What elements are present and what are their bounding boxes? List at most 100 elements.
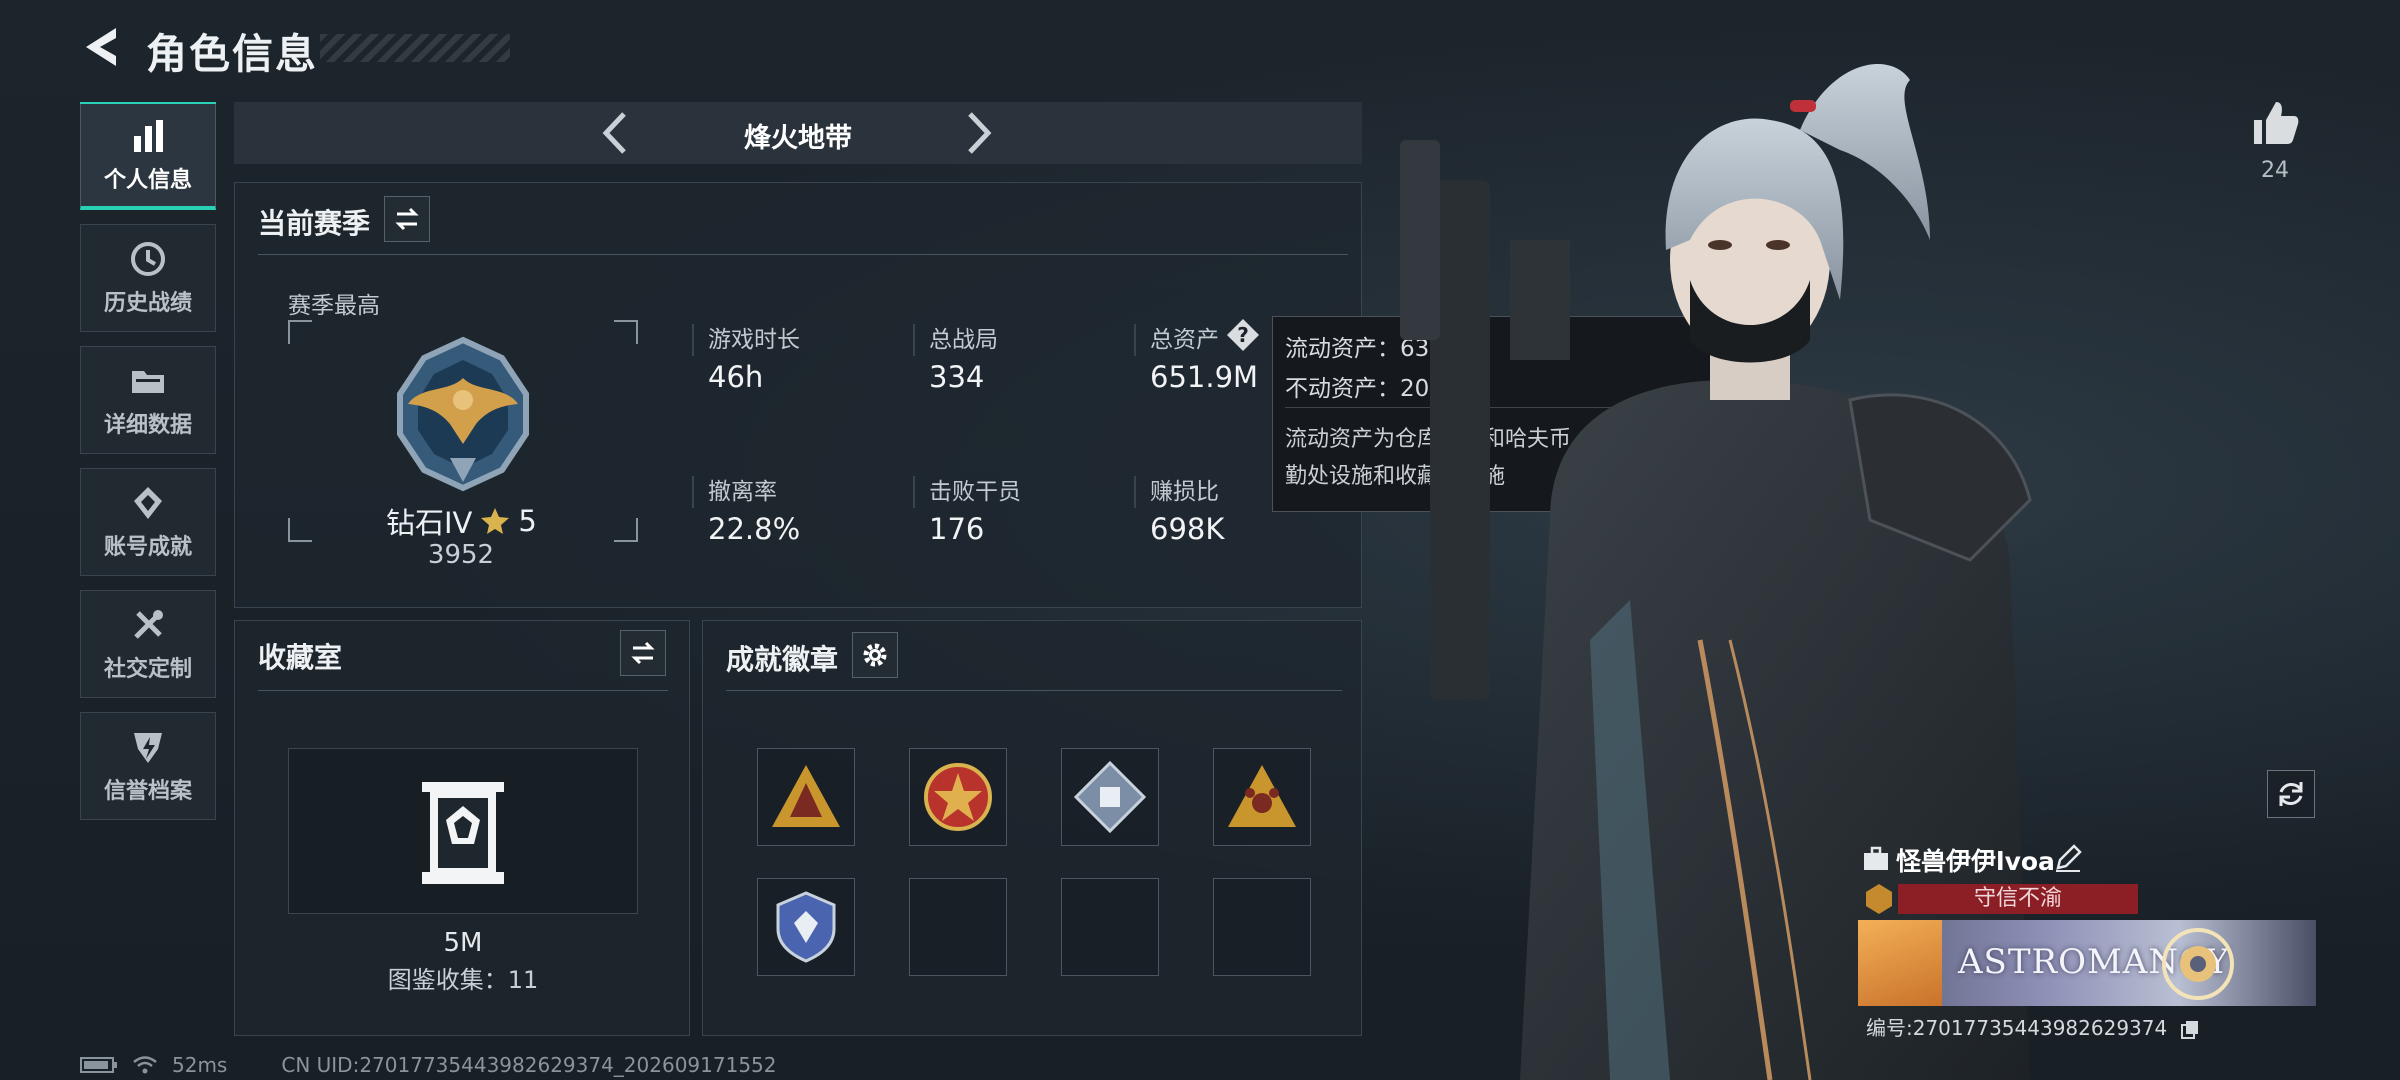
player-id-text: 编号:27017735443982629374	[1866, 1016, 2168, 1040]
rank-name-row: 钻石IV 5	[386, 500, 537, 542]
rank-emblem-icon	[397, 336, 529, 492]
stat-label: 总资产	[1150, 327, 1219, 353]
stat-label: 总战局	[929, 327, 998, 353]
badge-slot[interactable]	[1213, 748, 1311, 846]
section-divider	[258, 254, 1348, 255]
sidebar-item-credit-record[interactable]: 信誉档案	[80, 712, 216, 820]
season-title: 当前赛季	[258, 207, 371, 240]
stat-value: 176	[929, 512, 985, 546]
wifi-icon	[133, 1056, 157, 1074]
player-id: 编号:27017735443982629374	[1866, 1012, 2200, 1041]
help-question-icon[interactable]: ?	[1225, 317, 1261, 353]
chevron-right-icon[interactable]	[954, 110, 1000, 156]
mode-selector: 烽火地带	[234, 102, 1362, 164]
paw-triangle-badge-icon	[1228, 765, 1296, 827]
rotate-character-button[interactable]	[2267, 770, 2315, 818]
badge-slot[interactable]	[1061, 748, 1159, 846]
sidebar-item-label: 个人信息	[103, 167, 192, 193]
back-arrow-icon[interactable]	[78, 22, 128, 72]
stat-divider	[913, 476, 915, 508]
page-title: 角色信息	[146, 30, 318, 78]
swap-arrows-icon	[631, 641, 655, 665]
season-switch-button[interactable]	[384, 196, 430, 242]
stat-label: 击败干员	[929, 479, 1021, 505]
collection-switch-button[interactable]	[620, 630, 666, 676]
badge-slot-empty[interactable]	[909, 878, 1007, 976]
bar-chart-icon	[134, 119, 163, 152]
badge-slot-empty[interactable]	[1061, 878, 1159, 976]
sidebar-item-achievements[interactable]: 账号成就	[80, 468, 216, 576]
player-name: 怪兽伊伊lvoa	[1896, 847, 2055, 876]
badges-title: 成就徽章	[726, 643, 839, 676]
stat-value: 651.9M	[1150, 360, 1259, 394]
section-divider	[726, 690, 1342, 691]
battery-icon	[80, 1057, 117, 1073]
collection-count: 图鉴收集：11	[387, 966, 539, 994]
folder-icon	[132, 371, 164, 393]
achievement-diamond-icon	[134, 487, 162, 519]
rotate-icon	[2279, 782, 2303, 806]
rank-score: 3952	[427, 540, 495, 570]
shield-lightning-icon	[134, 733, 162, 763]
uid-text: CN UID:27017735443982629374_202609171552	[281, 1053, 777, 1077]
thumbs-up-icon	[2254, 102, 2299, 144]
player-card: 怪兽伊伊lvoa 守信不渝 ASTROMANCY 编号:270177354439…	[1858, 842, 2318, 1042]
stat-divider	[913, 324, 915, 356]
gear-icon	[863, 643, 887, 667]
stat-label: 赚损比	[1150, 479, 1219, 505]
swap-arrows-icon	[395, 207, 419, 231]
ping-value: 52ms	[172, 1053, 228, 1077]
sidebar-item-label: 社交定制	[103, 657, 192, 682]
player-motto: 守信不渝	[1898, 884, 2138, 914]
star-medal-badge-icon	[924, 763, 992, 831]
collection-value: 5M	[443, 928, 483, 958]
svg-text:?: ?	[1237, 323, 1249, 347]
badges-settings-button[interactable]	[852, 632, 898, 678]
badge-slot[interactable]	[757, 748, 855, 846]
section-divider	[258, 690, 668, 691]
badge-slot[interactable]	[757, 878, 855, 976]
badge-slot[interactable]	[909, 748, 1007, 846]
title-decoration	[320, 34, 510, 62]
sidebar-item-label: 历史战绩	[103, 291, 192, 316]
history-clock-icon	[131, 242, 165, 276]
stat-label: 撤离率	[708, 479, 777, 505]
credit-emblem-icon	[1866, 884, 1892, 914]
astrolabe-icon	[2162, 928, 2234, 1000]
wrench-screwdriver-icon	[134, 610, 163, 639]
rank-name: 钻石IV	[386, 506, 473, 540]
shield-badge-icon	[776, 891, 836, 963]
stat-divider	[1134, 476, 1136, 508]
stat-divider	[1134, 324, 1136, 356]
badge-slot-empty[interactable]	[1213, 878, 1311, 976]
stat-divider	[692, 324, 694, 356]
sidebar-item-detailed-data[interactable]: 详细数据	[80, 346, 216, 454]
sidebar-item-history[interactable]: 历史战绩	[80, 224, 216, 332]
diamond-badge-icon	[1073, 760, 1147, 834]
banner-cat-avatar	[1858, 920, 1942, 1006]
stat-divider	[692, 476, 694, 508]
stat-value: 334	[929, 360, 985, 394]
stat-value: 46h	[708, 360, 764, 394]
sidebar-item-label: 详细数据	[103, 413, 192, 438]
sidebar-item-label: 账号成就	[103, 535, 192, 560]
edit-pencil-icon[interactable]	[2054, 844, 2082, 872]
copy-icon[interactable]	[2180, 1020, 2200, 1040]
stat-value: 22.8%	[708, 512, 801, 546]
display-case-icon	[422, 782, 504, 884]
rank-stars: 5	[518, 504, 537, 538]
like-count: 24	[2261, 158, 2289, 183]
season-best-label: 赛季最高	[288, 293, 380, 319]
collection-title: 收藏室	[258, 641, 343, 674]
triangle-badge-icon	[772, 765, 840, 827]
stat-label: 游戏时长	[708, 327, 800, 353]
mode-title: 烽火地带	[744, 123, 852, 154]
sidebar-item-social-custom[interactable]: 社交定制	[80, 590, 216, 698]
star-icon	[481, 508, 510, 534]
stat-value: 698K	[1150, 512, 1225, 546]
sidebar-item-label: 信誉档案	[103, 779, 192, 804]
sidebar-item-personal-info[interactable]: 个人信息	[80, 102, 216, 210]
status-bar: 52ms CN UID:27017735443982629374_2026091…	[80, 1053, 777, 1077]
player-banner: ASTROMANCY	[1858, 920, 2316, 1006]
briefcase-icon	[1864, 846, 1888, 870]
